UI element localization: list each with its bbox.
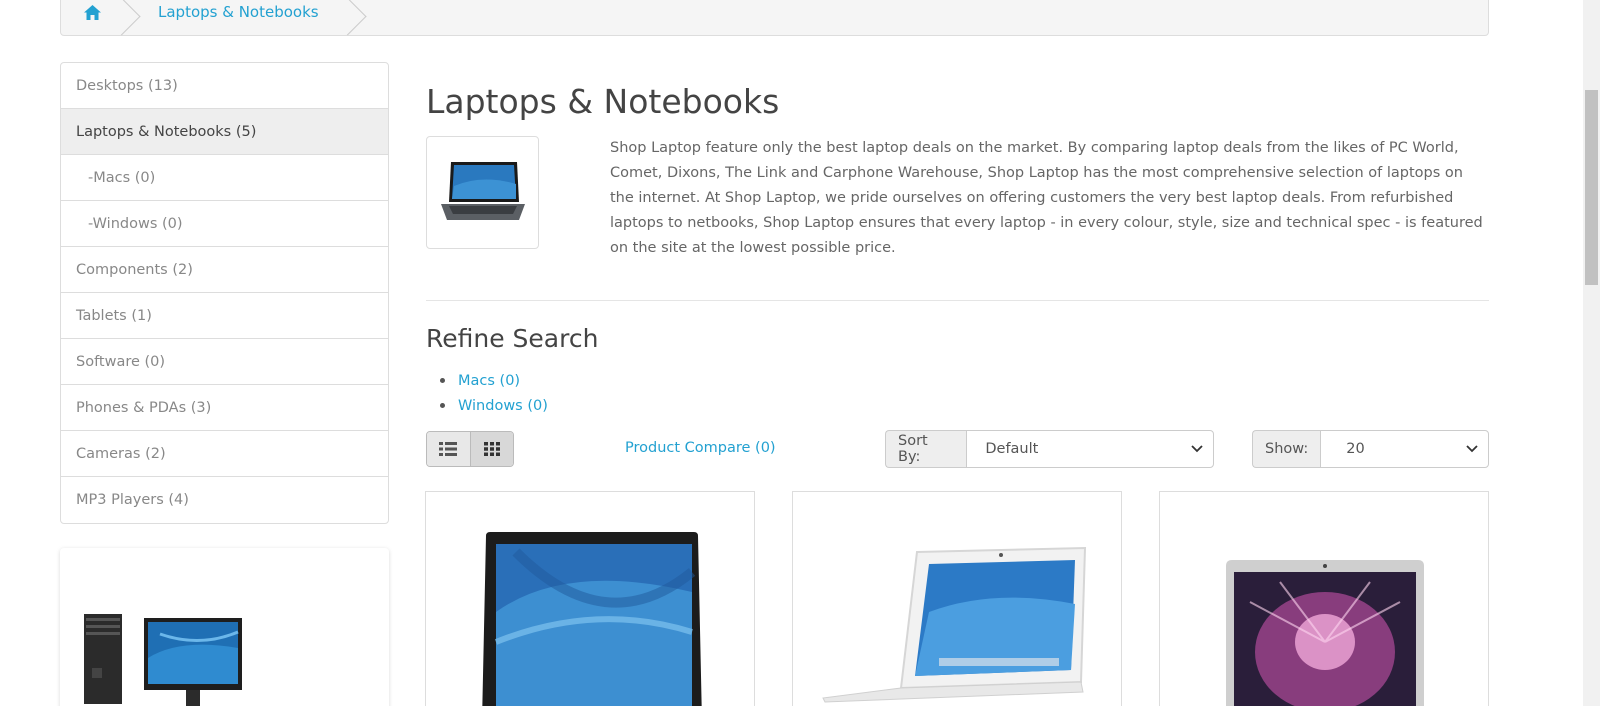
breadcrumb-item-current[interactable]: Laptops & Notebooks: [123, 0, 349, 35]
category-item-phones[interactable]: Phones & PDAs (3): [61, 385, 388, 431]
list-view-icon: [439, 442, 458, 456]
category-item-desktops[interactable]: Desktops (13): [61, 63, 388, 109]
scrollbar-thumb[interactable]: [1585, 90, 1598, 285]
category-item-components[interactable]: Components (2): [61, 247, 388, 293]
sort-by-label: Sort By:: [885, 430, 967, 468]
breadcrumb-label: Laptops & Notebooks: [158, 3, 319, 21]
desktop-pc-image: [84, 614, 242, 706]
chevron-down-icon: [1191, 445, 1203, 453]
product-card[interactable]: [792, 491, 1122, 706]
chevron-down-icon: [1466, 445, 1478, 453]
sort-by-group: Sort By: Default: [885, 430, 1214, 468]
category-item-windows[interactable]: -Windows (0): [61, 201, 388, 247]
page-scrollbar[interactable]: [1583, 0, 1600, 706]
product-card[interactable]: [1159, 491, 1489, 706]
product-image-macbook-air: [1226, 560, 1424, 706]
refine-search-title: Refine Search: [426, 324, 599, 353]
category-item-mp3[interactable]: MP3 Players (4): [61, 477, 388, 523]
refine-link-windows[interactable]: Windows (0): [458, 393, 548, 418]
category-item-tablets[interactable]: Tablets (1): [61, 293, 388, 339]
category-item-software[interactable]: Software (0): [61, 339, 388, 385]
sort-by-value: Default: [985, 441, 1039, 457]
product-card[interactable]: [425, 491, 755, 706]
page-title: Laptops & Notebooks: [426, 82, 780, 121]
product-image-laptop-black: [482, 532, 702, 706]
promo-banner[interactable]: [60, 548, 389, 706]
category-item-cameras[interactable]: Cameras (2): [61, 431, 388, 477]
refine-link-macs[interactable]: Macs (0): [458, 368, 548, 393]
product-image-macbook-white: [822, 546, 1087, 703]
category-list: Desktops (13) Laptops & Notebooks (5) -M…: [60, 62, 389, 524]
category-item-laptops[interactable]: Laptops & Notebooks (5): [61, 109, 388, 155]
breadcrumb: Laptops & Notebooks: [60, 0, 1489, 36]
show-limit-group: Show: 20: [1252, 430, 1489, 468]
grid-view-icon: [483, 442, 500, 456]
category-description: Shop Laptop feature only the best laptop…: [610, 140, 1483, 256]
category-thumbnail: [426, 136, 539, 249]
divider: [426, 300, 1489, 301]
list-view-button[interactable]: [427, 432, 470, 466]
breadcrumb-home[interactable]: [61, 0, 123, 35]
laptop-image: [440, 161, 525, 220]
show-label: Show:: [1252, 430, 1321, 468]
grid-view-button[interactable]: [469, 432, 513, 466]
view-toggle: [426, 431, 514, 467]
product-compare-link[interactable]: Product Compare (0): [625, 440, 776, 456]
show-limit-value: 20: [1346, 441, 1365, 457]
home-icon: [83, 4, 101, 20]
category-item-macs[interactable]: -Macs (0): [61, 155, 388, 201]
show-limit-select[interactable]: 20: [1320, 430, 1489, 468]
refine-search-list: Macs (0) Windows (0): [458, 368, 548, 418]
sort-by-select[interactable]: Default: [966, 430, 1214, 468]
